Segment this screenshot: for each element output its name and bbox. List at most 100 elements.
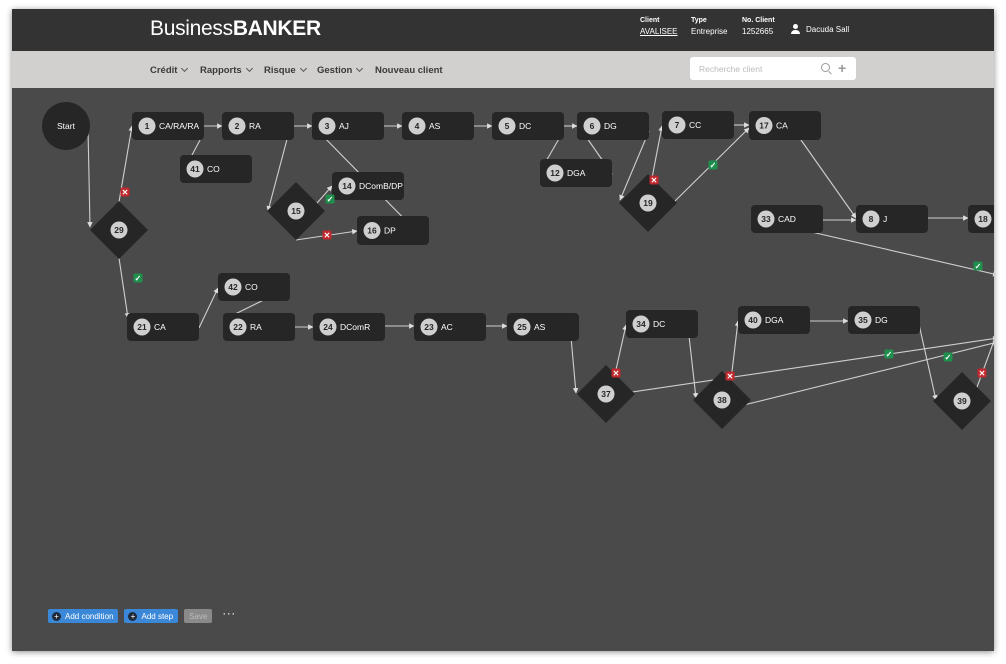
step-label: J — [883, 214, 887, 224]
add-step-button[interactable]: + Add step — [124, 609, 179, 623]
step-label: RA — [249, 121, 261, 131]
check-icon: ✓ — [708, 160, 718, 170]
step-number: 14 — [342, 181, 352, 191]
step-number: 23 — [424, 322, 434, 332]
step-label: DGA — [765, 315, 784, 325]
step-number: 6 — [590, 121, 595, 131]
workflow-step-35[interactable]: 35 DG — [848, 306, 920, 334]
connector-arrow[interactable] — [631, 336, 994, 393]
workflow-step-21[interactable]: 21 CA — [127, 313, 199, 341]
condition-number: 29 — [114, 225, 124, 235]
connector-arrow[interactable] — [614, 324, 628, 375]
plus-icon: + — [52, 611, 61, 621]
step-label: DG — [604, 121, 617, 131]
check-icon: ✓ — [325, 194, 335, 204]
step-number: 4 — [415, 121, 420, 131]
workflow-step-33[interactable]: 33 CAD — [751, 205, 823, 233]
workflow-step-17[interactable]: 17 CA — [749, 111, 821, 140]
workflow-step-6[interactable]: 6 DG — [577, 112, 649, 140]
check-icon: ✓ — [943, 352, 953, 362]
cross-icon: ✕ — [120, 187, 130, 197]
step-label: DP — [384, 226, 396, 236]
svg-text:✕: ✕ — [122, 188, 129, 197]
workflow-step-22[interactable]: 22 RA — [223, 313, 295, 341]
step-label: CA — [154, 322, 166, 332]
connector-arrow[interactable] — [917, 319, 938, 401]
workflow-step-24[interactable]: 24 DComR — [313, 313, 385, 341]
svg-text:✕: ✕ — [979, 369, 986, 378]
step-label: DComB/DP — [359, 181, 403, 191]
condition-number: 37 — [601, 389, 611, 399]
condition-node-15[interactable]: 15 — [267, 182, 325, 240]
step-label: DG — [875, 315, 888, 325]
condition-node-39[interactable]: 39 — [933, 372, 991, 430]
step-number: 22 — [233, 322, 243, 332]
condition-number: 19 — [643, 198, 653, 208]
workflow-step-14[interactable]: 14 DComB/DP — [332, 172, 404, 200]
step-number: 40 — [748, 315, 758, 325]
workflow-step-3[interactable]: 3 AJ — [312, 112, 384, 140]
connector-arrow[interactable] — [198, 287, 219, 329]
step-number: 3 — [325, 121, 330, 131]
workflow-step-4[interactable]: 4 AS — [402, 112, 474, 140]
more-options-icon[interactable]: ··· — [222, 606, 236, 620]
workflow-step-1[interactable]: 1 CA/RA/RA — [132, 112, 204, 140]
step-label: AJ — [339, 121, 349, 131]
step-label: AC — [441, 322, 453, 332]
step-number: 8 — [869, 214, 874, 224]
check-icon: ✓ — [133, 273, 143, 283]
step-number: 24 — [323, 322, 333, 332]
workflow-step-41[interactable]: 41 CO — [180, 155, 252, 183]
step-number: 18 — [978, 214, 988, 224]
workflow-step-40[interactable]: 40 DGA — [738, 306, 810, 334]
start-node[interactable]: Start — [42, 102, 90, 150]
workflow-step-12[interactable]: 12 DGA — [540, 159, 612, 187]
workflow-step-5[interactable]: 5 DC — [492, 112, 564, 140]
workflow-step-42[interactable]: 42 CO — [218, 273, 290, 301]
connector-arrow[interactable] — [118, 257, 130, 319]
step-label: AS — [534, 322, 546, 332]
workflow-step-7[interactable]: 7 CC — [662, 111, 734, 139]
condition-node-37[interactable]: 37 — [577, 365, 635, 423]
svg-text:✓: ✓ — [945, 353, 952, 362]
workflow-step-34[interactable]: 34 DC — [626, 310, 698, 338]
svg-text:✓: ✓ — [327, 195, 334, 204]
workflow-step-2[interactable]: 2 RA — [222, 112, 294, 140]
step-label: CA — [776, 121, 788, 131]
step-number: 42 — [228, 282, 238, 292]
step-number: 16 — [367, 226, 377, 236]
app-window: BusinessBANKER Client AVALISEE Type Entr… — [12, 9, 994, 651]
step-label: DC — [519, 121, 531, 131]
add-condition-button[interactable]: + Add condition — [48, 609, 119, 623]
step-number: 35 — [858, 315, 868, 325]
svg-text:✕: ✕ — [727, 372, 734, 381]
svg-text:✓: ✓ — [135, 274, 142, 283]
condition-number: 39 — [957, 396, 967, 406]
connector-arrow[interactable] — [87, 127, 93, 228]
workflow-step-25[interactable]: 25 AS — [507, 313, 579, 341]
step-number: 12 — [550, 168, 560, 178]
workflow-step-16[interactable]: 16 DP — [357, 216, 429, 245]
condition-number: 38 — [717, 395, 727, 405]
step-number: 1 — [145, 121, 150, 131]
workflow-step-23[interactable]: 23 AC — [414, 313, 486, 341]
condition-node-38[interactable]: 38 — [693, 371, 751, 429]
step-number: 2 — [235, 121, 240, 131]
step-number: 5 — [505, 121, 510, 131]
step-label: RA — [250, 322, 262, 332]
workflow-step-8[interactable]: 8J — [856, 205, 928, 233]
cross-icon: ✕ — [725, 371, 735, 381]
step-number: 33 — [761, 214, 771, 224]
workflow-canvas[interactable]: 1 CA/RA/RA 2 RA 3 AJ 4 AS 5 DC 6 DG 7 CC 17 CA 41 CO 14 DCo… — [12, 9, 994, 651]
check-icon: ✓ — [884, 349, 894, 359]
cross-icon: ✕ — [322, 230, 332, 240]
connector-arrow[interactable] — [651, 125, 664, 179]
workflow-step-18[interactable]: 18 — [968, 205, 994, 233]
condition-node-29[interactable]: 29 — [90, 201, 148, 259]
svg-text:✕: ✕ — [613, 369, 620, 378]
save-button[interactable]: Save — [184, 609, 213, 623]
svg-text:✕: ✕ — [651, 176, 658, 185]
cross-icon: ✕ — [649, 175, 659, 185]
cross-icon: ✕ — [977, 368, 987, 378]
svg-text:✕: ✕ — [324, 231, 331, 240]
